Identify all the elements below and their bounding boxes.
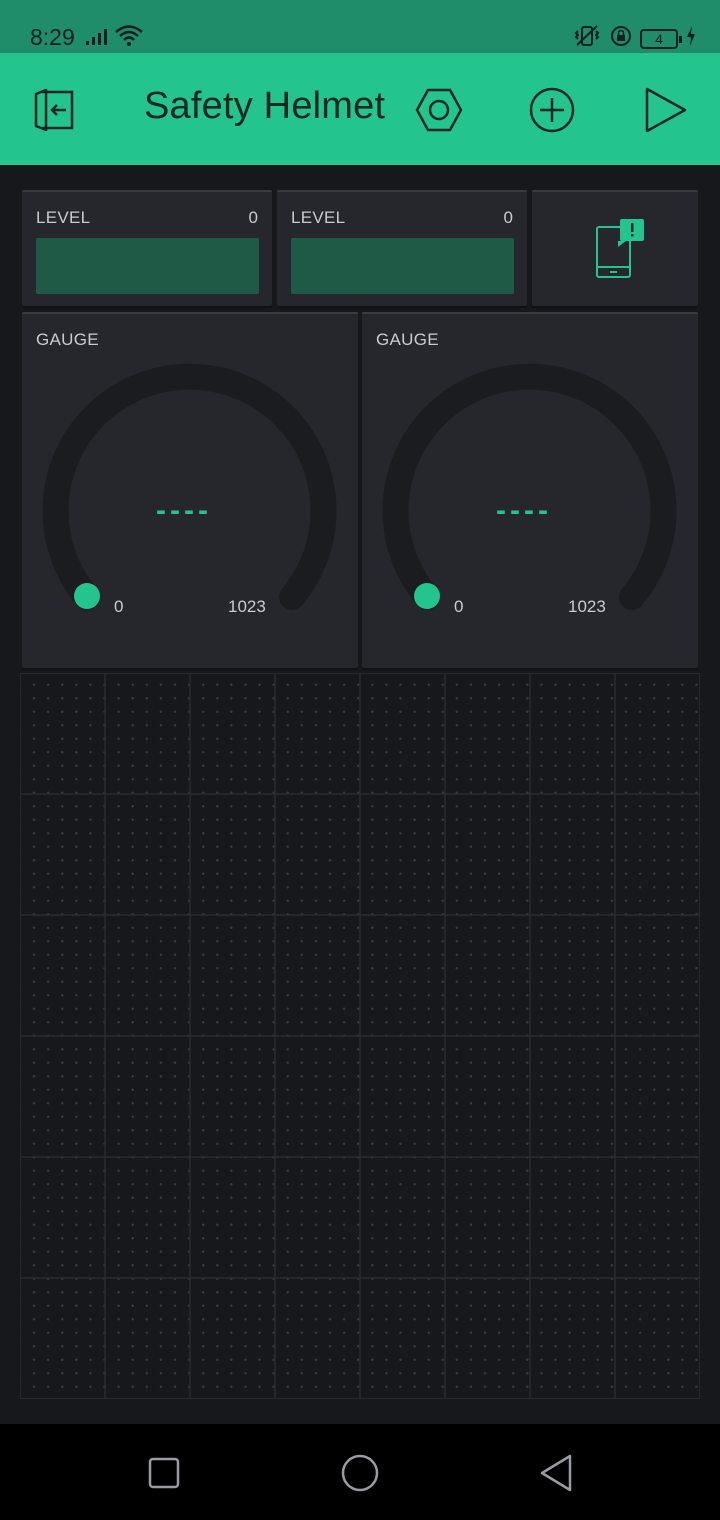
gauge-value: ---- bbox=[496, 494, 552, 527]
gauge-max: 1023 bbox=[228, 597, 266, 616]
play-icon[interactable] bbox=[640, 85, 690, 135]
wifi-icon bbox=[114, 24, 144, 53]
add-widget-icon[interactable] bbox=[527, 85, 577, 135]
exit-icon[interactable] bbox=[31, 85, 81, 135]
level-value: 0 bbox=[248, 208, 258, 227]
gauge-value: ---- bbox=[156, 494, 212, 527]
signal-icon bbox=[85, 28, 109, 51]
home-circle-icon[interactable] bbox=[335, 1448, 385, 1498]
gauge-widget-1[interactable]: GAUGE ---- 0 1023 bbox=[22, 312, 358, 668]
status-bar: 8:29 4 bbox=[0, 0, 720, 53]
level-widget-1[interactable]: LEVEL 0 bbox=[22, 190, 272, 306]
level-label: LEVEL bbox=[291, 208, 346, 227]
back-triangle-icon[interactable] bbox=[531, 1448, 581, 1498]
recents-square-icon[interactable] bbox=[139, 1448, 189, 1498]
gauge-indicator bbox=[74, 583, 100, 609]
rotation-lock-icon bbox=[610, 25, 632, 52]
level-bar bbox=[291, 238, 514, 294]
vibrate-icon bbox=[572, 24, 602, 53]
charging-icon bbox=[686, 26, 696, 51]
status-time: 8:29 bbox=[30, 24, 75, 50]
gauge-indicator bbox=[414, 583, 440, 609]
app-toolbar: Safety Helmet bbox=[0, 53, 720, 165]
level-bar bbox=[36, 238, 259, 294]
gauge-widget-2[interactable]: GAUGE ---- 0 1023 bbox=[362, 312, 698, 668]
project-title: Safety Helmet bbox=[144, 85, 386, 127]
system-nav-bar bbox=[0, 1424, 720, 1520]
level-label: LEVEL bbox=[36, 208, 91, 227]
level-value: 0 bbox=[503, 208, 513, 227]
settings-hexagon-icon[interactable] bbox=[414, 85, 464, 135]
gauge-arc bbox=[382, 363, 677, 610]
gauge-min: 0 bbox=[454, 597, 464, 616]
battery-icon: 4 bbox=[640, 28, 682, 49]
empty-dashboard-grid[interactable] bbox=[20, 673, 700, 1399]
gauge-arc bbox=[42, 363, 337, 610]
gauge-min: 0 bbox=[114, 597, 124, 616]
gauge-max: 1023 bbox=[568, 597, 606, 616]
notification-widget[interactable] bbox=[532, 190, 698, 306]
level-widget-2[interactable]: LEVEL 0 bbox=[277, 190, 527, 306]
phone-notification-icon bbox=[594, 219, 646, 286]
